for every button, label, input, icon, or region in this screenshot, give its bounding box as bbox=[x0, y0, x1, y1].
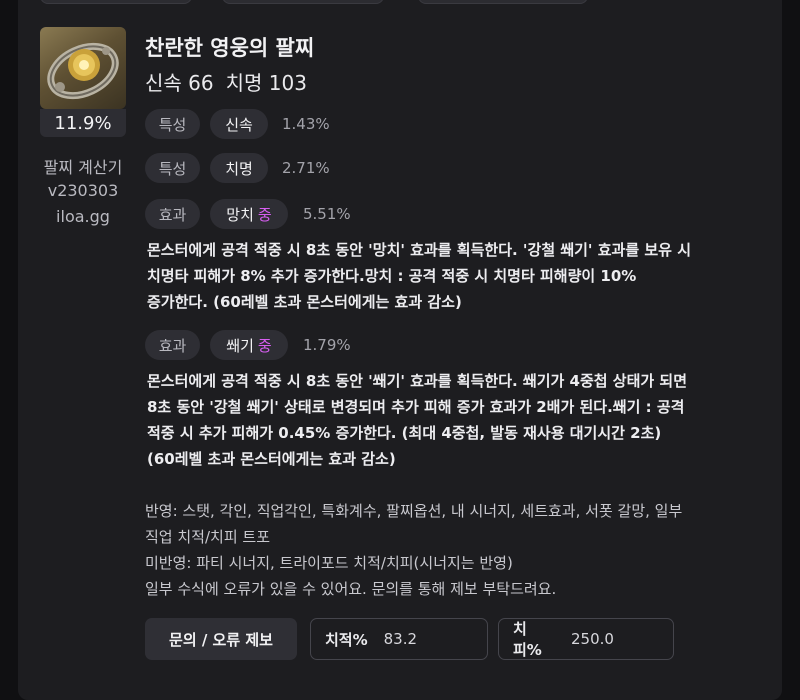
desc-line: 8초 동안 '강철 쐐기' 상태로 변경되며 추가 피해 증가 효과가 2배가 … bbox=[147, 398, 685, 416]
row-value: 5.51% bbox=[303, 205, 351, 223]
row-name-label: 신속 bbox=[225, 115, 253, 134]
app-name: 팔찌 계산기 bbox=[43, 158, 123, 177]
row-type-chip: 효과 bbox=[145, 199, 200, 229]
row-type-chip: 특성 bbox=[145, 153, 200, 183]
crit-dmg-input[interactable] bbox=[569, 629, 673, 649]
row-grade: 중 bbox=[257, 205, 272, 224]
top-tab-2[interactable] bbox=[222, 0, 384, 4]
note-line: 직업 치적/치피 트포 bbox=[145, 528, 270, 546]
stat-crit: 치명 103 bbox=[225, 71, 307, 95]
row-name-chip: 쐐기 중 bbox=[210, 330, 288, 360]
desc-line: 몬스터에게 공격 적중 시 8초 동안 '쐐기' 효과를 획득한다. 쐐기가 4… bbox=[147, 372, 688, 390]
desc-line: 적중 시 추가 피해가 0.45% 증가한다. (최대 4중첩, 발동 재사용 … bbox=[147, 424, 662, 442]
row-type-chip: 효과 bbox=[145, 330, 200, 360]
row-name-label: 치명 bbox=[225, 159, 253, 178]
desc-line: 몬스터에게 공격 적중 시 8초 동안 '망치' 효과를 획득한다. '강철 쐐… bbox=[147, 241, 691, 259]
hammer-description: 몬스터에게 공격 적중 시 8초 동안 '망치' 효과를 획득한다. '강철 쐐… bbox=[147, 237, 762, 315]
row-name-chip: 신속 bbox=[210, 109, 268, 139]
row-name-label: 망치 bbox=[226, 205, 254, 224]
crit-rate-label: 치적% bbox=[325, 630, 368, 649]
top-tab-1[interactable] bbox=[40, 0, 192, 4]
row-name-chip: 치명 bbox=[210, 153, 268, 183]
efficiency-percent: 11.9% bbox=[40, 109, 126, 137]
site-link[interactable]: iloa.gg bbox=[40, 207, 126, 226]
note-line: 일부 수식에 오류가 있을 수 있어요. 문의를 통해 제보 부탁드려요. bbox=[145, 580, 557, 598]
stat-swiftness: 신속 66 bbox=[145, 71, 214, 95]
note-line: 미반영: 파티 시너지, 트라이포드 치적/치피(시너지는 반영) bbox=[145, 554, 513, 572]
row-name-chip: 망치 중 bbox=[210, 199, 288, 229]
desc-line: (60레벨 초과 몬스터에게는 효과 감소) bbox=[147, 450, 396, 468]
desc-line: 증가한다. (60레벨 초과 몬스터에게는 효과 감소) bbox=[147, 293, 462, 311]
crit-rate-field[interactable]: 치적% bbox=[310, 618, 488, 660]
row-value: 2.71% bbox=[282, 159, 330, 177]
report-button[interactable]: 문의 / 오류 제보 bbox=[145, 618, 297, 660]
notes: 반영: 스탯, 각인, 직업각인, 특화계수, 팔찌옵션, 내 시너지, 세트효… bbox=[145, 498, 682, 602]
row-grade: 중 bbox=[257, 336, 272, 355]
bracelet-icon bbox=[40, 27, 126, 109]
desc-line: 치명타 피해가 8% 추가 증가한다.망치 : 공격 적중 시 치명타 피해량이… bbox=[147, 267, 637, 285]
crit-rate-input[interactable] bbox=[381, 629, 486, 649]
item-stats: 신속 66 치명 103 bbox=[145, 67, 307, 96]
wedge-description: 몬스터에게 공격 적중 시 8초 동안 '쐐기' 효과를 획득한다. 쐐기가 4… bbox=[147, 368, 762, 472]
row-name-label: 쐐기 bbox=[226, 336, 254, 355]
row-value: 1.79% bbox=[303, 336, 351, 354]
item-title: 찬란한 영웅의 팔찌 bbox=[145, 36, 315, 60]
row-value: 1.43% bbox=[282, 115, 330, 133]
crit-dmg-field[interactable]: 치피% bbox=[498, 618, 674, 660]
app-version: v230303 bbox=[47, 181, 119, 200]
note-line: 반영: 스탯, 각인, 직업각인, 특화계수, 팔찌옵션, 내 시너지, 세트효… bbox=[145, 502, 683, 520]
row-type-chip: 특성 bbox=[145, 109, 200, 139]
crit-dmg-label: 치피% bbox=[513, 620, 542, 659]
top-tab-3[interactable] bbox=[418, 0, 588, 4]
